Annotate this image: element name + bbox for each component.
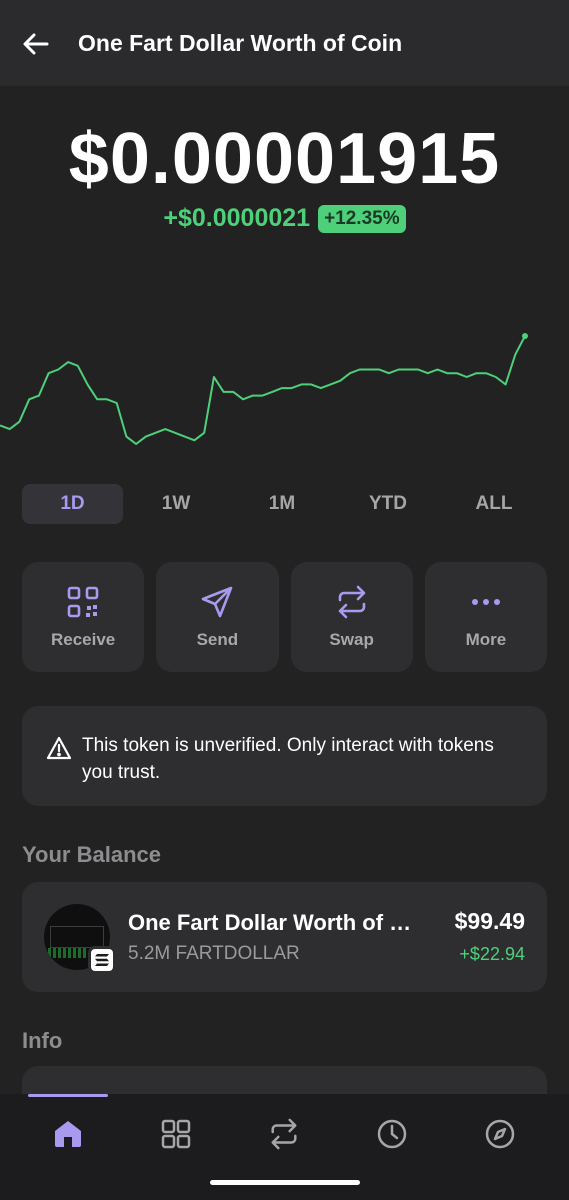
more-label: More [465,630,507,649]
token-usd-value: $99.49 [454,908,525,934]
tab-swap[interactable] [266,1116,302,1152]
your-balance-heading: Your Balance [22,842,161,867]
more-button[interactable]: More [424,562,547,672]
send-icon [202,586,233,618]
swap-button[interactable]: Swap [290,562,413,672]
swap-icon [338,585,365,619]
info-heading: Info [22,1028,63,1053]
back-button[interactable] [22,30,50,58]
current-price-dot [522,333,528,339]
compass-icon [485,1119,515,1149]
token-amount: 5.2M FARTDOLLAR [128,943,300,964]
send-label: Send [196,630,239,649]
price-change-row: +$0.0000021 +12.35% [0,204,569,233]
arrow-left-icon [23,33,49,55]
swap-icon [271,1118,297,1150]
app-header: One Fart Dollar Worth of Coin [0,0,569,86]
tab-explore[interactable] [482,1116,518,1152]
page-title: One Fart Dollar Worth of Coin [78,30,403,56]
tab-activity[interactable] [374,1116,410,1152]
home-indicator [210,1180,360,1185]
active-tab-indicator [28,1094,108,1097]
range-ytd[interactable]: YTD [335,484,441,524]
price-change-amount: +$0.0000021 [163,204,311,232]
price-change-badge: +12.35% [318,204,406,233]
time-range-selector: 1D 1W 1M YTD ALL [22,484,547,524]
range-all[interactable]: ALL [441,484,547,524]
price-line [0,335,526,445]
home-icon [55,1121,81,1147]
solana-icon [95,954,109,966]
receive-label: Receive [50,630,116,649]
unverified-warning: This token is unverified. Only interact … [22,706,547,806]
solana-badge [88,946,116,974]
tab-collectibles[interactable] [158,1116,194,1152]
token-name: One Fart Dollar Worth of Coin [128,910,418,935]
qr-code-icon [67,586,99,618]
receive-button[interactable]: Receive [22,562,145,672]
action-buttons: Receive Send Swap More [22,562,547,672]
grid-icon [161,1119,191,1149]
tab-home[interactable] [50,1116,86,1152]
token-usd-change: +$22.94 [459,944,525,964]
more-dots-icon [471,599,500,605]
warning-icon [46,736,72,760]
price-chart[interactable] [0,330,569,450]
range-1w[interactable]: 1W [123,484,229,524]
range-1m[interactable]: 1M [229,484,335,524]
clock-icon [377,1119,407,1149]
swap-label: Swap [329,630,374,649]
send-button[interactable]: Send [156,562,279,672]
balance-card[interactable]: One Fart Dollar Worth of Coin 5.2M FARTD… [22,882,547,992]
token-price: $0.00001915 [68,119,501,199]
warning-text: This token is unverified. Only interact … [82,735,494,783]
range-1d[interactable]: 1D [22,484,123,524]
